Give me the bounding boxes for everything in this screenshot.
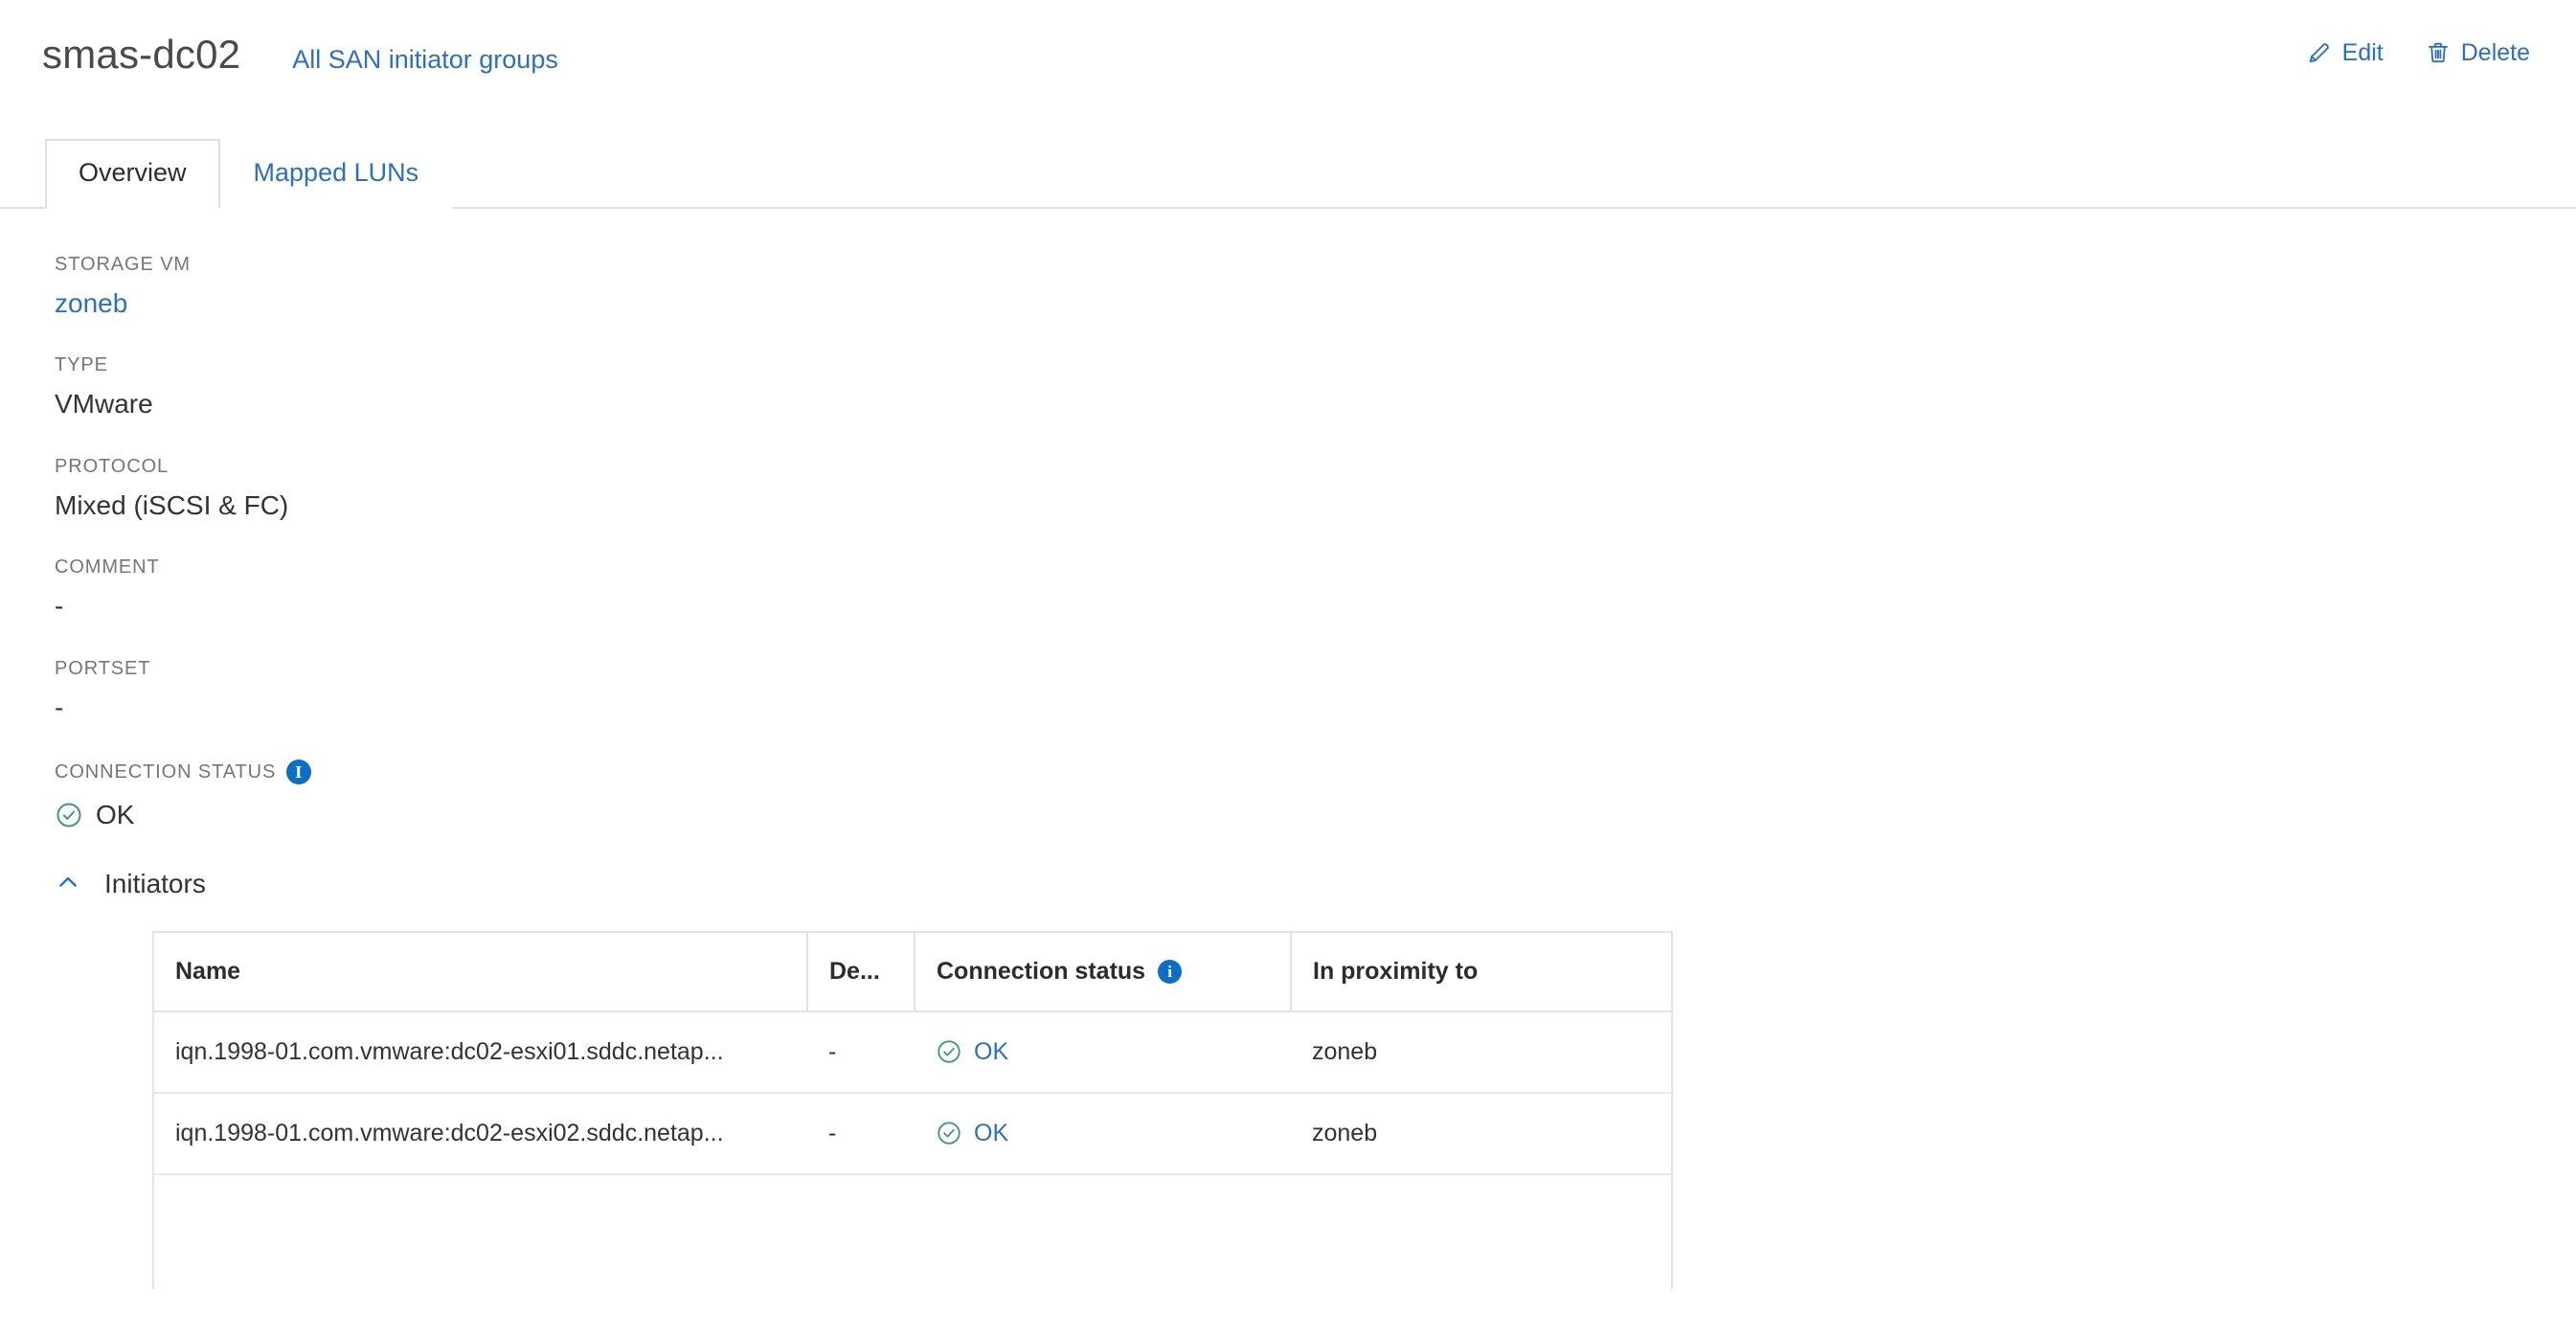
cell-connection-status: OK — [915, 1011, 1291, 1093]
initiators-table-body: iqn.1998-01.com.vmware:dc02-esxi01.sddc.… — [154, 1011, 1671, 1289]
property-protocol-label: PROTOCOL — [55, 457, 2576, 476]
column-header-connection-status[interactable]: Connection status i — [915, 933, 1291, 1011]
cell-in-proximity-to: zoneb — [1291, 1011, 1671, 1093]
property-type: TYPE VMware — [55, 355, 2576, 418]
table-connection-status-info-icon[interactable]: i — [1158, 960, 1182, 984]
cell-connection-status-text[interactable]: OK — [974, 1120, 1008, 1147]
property-connection-status-label-text: CONNECTION STATUS — [55, 762, 276, 782]
table-row-empty — [154, 1174, 1671, 1289]
cell-description: - — [807, 1011, 915, 1093]
property-comment: COMMENT - — [55, 557, 2576, 620]
column-header-in-proximity-to-label: In proximity to — [1313, 958, 1478, 986]
property-connection-status: CONNECTION STATUS i OK — [55, 760, 2576, 830]
property-storage-vm-value[interactable]: zoneb — [55, 289, 2576, 317]
overview-panel: STORAGE VM zoneb TYPE VMware PROTOCOL Mi… — [0, 209, 2576, 1289]
cell-empty — [915, 1174, 1291, 1289]
table-row[interactable]: iqn.1998-01.com.vmware:dc02-esxi02.sddc.… — [154, 1093, 1671, 1174]
page-title: smas-dc02 — [42, 34, 240, 75]
cell-name: iqn.1998-01.com.vmware:dc02-esxi01.sddc.… — [154, 1011, 807, 1093]
delete-button[interactable]: Delete — [2426, 40, 2530, 65]
chevron-up-icon[interactable] — [55, 869, 81, 900]
property-comment-label: COMMENT — [55, 557, 2576, 577]
page-header: smas-dc02 All SAN initiator groups Edit — [0, 0, 2576, 123]
tab-bar: Overview Mapped LUNs — [0, 123, 2576, 209]
property-storage-vm-label: STORAGE VM — [55, 255, 2576, 274]
check-circle-icon — [936, 1038, 962, 1065]
check-circle-icon — [936, 1120, 962, 1146]
table-header-row: Name De... Connection status i — [154, 933, 1671, 1011]
property-comment-value: - — [55, 592, 2576, 620]
cell-connection-status: OK — [915, 1093, 1291, 1174]
cell-empty — [1291, 1174, 1671, 1289]
column-header-connection-status-label: Connection status — [937, 958, 1145, 986]
initiators-section: Initiators Name De... — [0, 869, 2576, 1289]
initiators-table-head: Name De... Connection status i — [154, 933, 1671, 1011]
property-type-value: VMware — [55, 390, 2576, 418]
property-list: STORAGE VM zoneb TYPE VMware PROTOCOL Mi… — [0, 209, 2576, 830]
header-actions: Edit Delete — [2307, 40, 2530, 65]
initiators-section-title: Initiators — [104, 871, 206, 897]
header-left: smas-dc02 All SAN initiator groups — [42, 34, 558, 75]
property-portset-label: PORTSET — [55, 659, 2576, 678]
check-circle-icon — [55, 801, 83, 829]
column-header-name-label: Name — [175, 958, 240, 986]
cell-connection-status-text[interactable]: OK — [974, 1038, 1008, 1066]
breadcrumb-all-san-initiator-groups[interactable]: All SAN initiator groups — [292, 47, 558, 73]
edit-button-label: Edit — [2342, 41, 2384, 65]
initiators-table: Name De... Connection status i — [154, 933, 1671, 1289]
column-header-in-proximity-to[interactable]: In proximity to — [1291, 933, 1671, 1011]
property-protocol: PROTOCOL Mixed (iSCSI & FC) — [55, 457, 2576, 519]
delete-button-label: Delete — [2461, 41, 2530, 65]
initiators-table-container: Name De... Connection status i — [152, 931, 1673, 1289]
cell-empty — [807, 1174, 915, 1289]
column-header-description[interactable]: De... — [807, 933, 915, 1011]
connection-status-text: OK — [96, 800, 134, 830]
property-portset-value: - — [55, 693, 2576, 721]
trash-icon — [2426, 40, 2451, 65]
property-portset: PORTSET - — [55, 659, 2576, 721]
initiators-section-header[interactable]: Initiators — [55, 869, 2576, 900]
property-type-label: TYPE — [55, 355, 2576, 374]
pencil-icon — [2307, 40, 2332, 65]
property-protocol-value: Mixed (iSCSI & FC) — [55, 491, 2576, 519]
edit-button[interactable]: Edit — [2307, 40, 2384, 65]
property-storage-vm: STORAGE VM zoneb — [55, 255, 2576, 317]
property-connection-status-value: OK — [55, 800, 2576, 830]
connection-status-info-icon[interactable]: i — [286, 760, 311, 784]
column-header-description-label: De... — [829, 958, 880, 986]
cell-empty — [154, 1174, 807, 1289]
cell-in-proximity-to: zoneb — [1291, 1093, 1671, 1174]
property-connection-status-label: CONNECTION STATUS i — [55, 760, 2576, 784]
cell-name: iqn.1998-01.com.vmware:dc02-esxi02.sddc.… — [154, 1093, 807, 1174]
cell-description: - — [807, 1093, 915, 1174]
tabs: Overview Mapped LUNs — [45, 139, 452, 209]
column-header-name[interactable]: Name — [154, 933, 807, 1011]
tab-mapped-luns[interactable]: Mapped LUNs — [220, 139, 453, 209]
table-row[interactable]: iqn.1998-01.com.vmware:dc02-esxi01.sddc.… — [154, 1011, 1671, 1093]
tab-overview[interactable]: Overview — [45, 139, 220, 209]
